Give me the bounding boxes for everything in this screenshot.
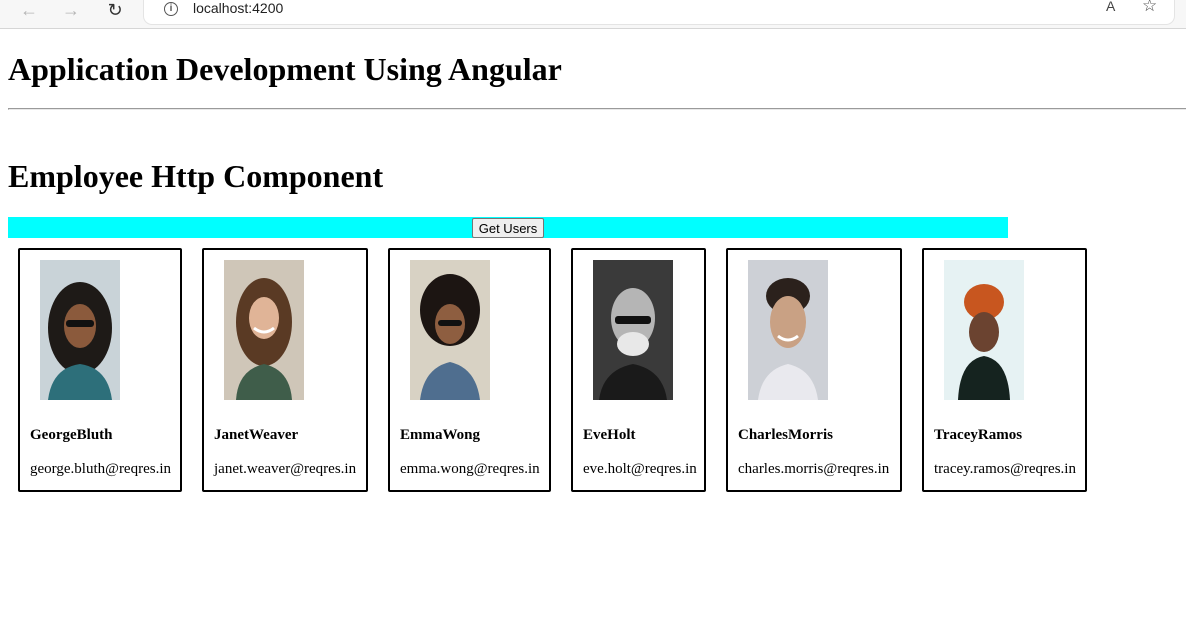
user-card: GeorgeBluth george.bluth@reqres.in — [18, 248, 182, 492]
divider — [8, 108, 1186, 110]
user-email: janet.weaver@reqres.in — [214, 461, 357, 477]
browser-toolbar: ← → ↻ i localhost:4200 A ☆ — [0, 0, 1186, 29]
user-name: EmmaWong — [400, 427, 481, 443]
read-aloud-icon[interactable]: A — [1106, 0, 1115, 14]
user-email: emma.wong@reqres.in — [400, 461, 540, 477]
user-avatar — [224, 260, 304, 400]
user-card: EmmaWong emma.wong@reqres.in — [388, 248, 551, 492]
user-name: EveHolt — [583, 427, 636, 443]
user-email: eve.holt@reqres.in — [583, 461, 697, 477]
user-avatar — [944, 260, 1024, 400]
page-title: Application Development Using Angular — [8, 51, 562, 87]
back-icon[interactable]: ← — [16, 0, 42, 20]
user-card: EveHolt eve.holt@reqres.in — [571, 248, 706, 492]
get-users-button[interactable]: Get Users — [471, 218, 545, 238]
section-title: Employee Http Component — [8, 158, 384, 194]
user-avatar — [40, 260, 120, 400]
user-email: george.bluth@reqres.in — [30, 461, 171, 477]
reload-icon[interactable]: ↻ — [102, 0, 128, 20]
user-name: TraceyRamos — [934, 427, 1023, 443]
info-icon[interactable]: i — [164, 2, 178, 16]
address-bar[interactable]: i localhost:4200 A ☆ — [144, 0, 1174, 24]
user-avatar — [748, 260, 828, 400]
user-name: CharlesMorris — [738, 427, 833, 443]
user-card: CharlesMorris charles.morris@reqres.in — [726, 248, 902, 492]
action-bar: Get Users — [8, 217, 1008, 238]
user-name: GeorgeBluth — [30, 427, 113, 443]
user-card: JanetWeaver janet.weaver@reqres.in — [202, 248, 368, 492]
user-name: JanetWeaver — [214, 427, 299, 443]
user-avatar — [593, 260, 673, 400]
url-text[interactable]: localhost:4200 — [193, 0, 283, 16]
user-email: charles.morris@reqres.in — [738, 461, 890, 477]
user-card: TraceyRamos tracey.ramos@reqres.in — [922, 248, 1087, 492]
forward-icon[interactable]: → — [58, 0, 84, 20]
favorite-star-icon[interactable]: ☆ — [1142, 0, 1157, 16]
user-email: tracey.ramos@reqres.in — [934, 461, 1076, 477]
user-avatar — [410, 260, 490, 400]
